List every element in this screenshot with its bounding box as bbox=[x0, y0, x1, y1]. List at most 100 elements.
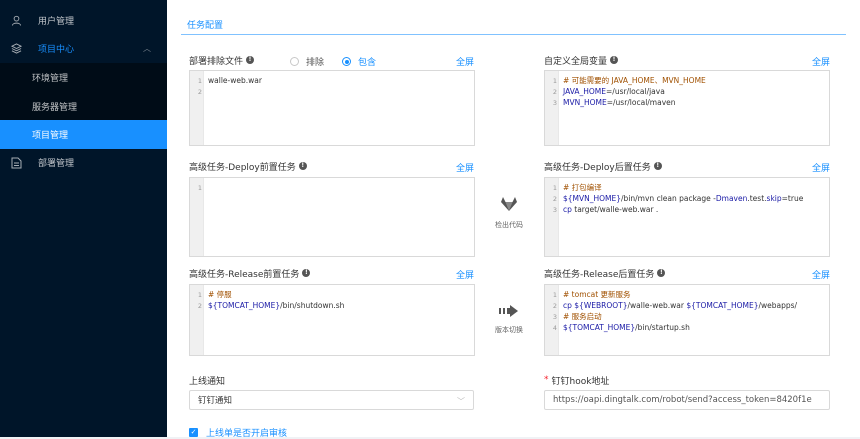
info-icon[interactable]: ! bbox=[610, 56, 619, 64]
hook-url-value: https://oapi.dingtalk.com/robot/send?acc… bbox=[553, 395, 812, 405]
line-number: 1 bbox=[552, 183, 557, 192]
line-number: 1 bbox=[197, 290, 202, 299]
post-release-editor[interactable]: 1 # tomcat 更新服务 2 cp ${WEBROOT}/walle-web.w… bbox=[544, 284, 830, 356]
info-icon[interactable]: ! bbox=[246, 56, 255, 64]
version-switch-label: 版本切换 bbox=[495, 326, 523, 334]
line-number: 4 bbox=[552, 323, 557, 332]
sidebar-item-label: 项目中心 bbox=[38, 45, 75, 55]
editor-line: 3 # 服务启动 bbox=[545, 311, 602, 322]
info-icon[interactable]: ! bbox=[657, 269, 666, 277]
sidebar-item-users[interactable]: 用户管理 bbox=[0, 6, 167, 35]
audit-label: 上线单是否开启审核 bbox=[206, 429, 288, 439]
switch-arrow-icon bbox=[499, 305, 519, 319]
code-text: # tomcat 更新服务 bbox=[563, 289, 631, 300]
main-content: 任务配置 部署排除文件 ! 排除 包含 全屏 1 walle-web.war 2 … bbox=[167, 0, 860, 439]
info-icon[interactable]: ! bbox=[653, 162, 662, 170]
audit-checkbox[interactable]: ✓ bbox=[189, 428, 198, 437]
sidebar-item-label: 用户管理 bbox=[38, 17, 75, 27]
editor-line: 1 # 打包编译 bbox=[545, 182, 602, 193]
sidebar-item-servers[interactable]: 服务器管理 bbox=[0, 92, 167, 121]
post-deploy-editor[interactable]: 1 # 打包编译 2 ${MVN_HOME}/bin/mvn clean packag… bbox=[544, 177, 830, 257]
code-token: # tomcat 更新服务 bbox=[563, 290, 631, 299]
hook-url-input[interactable]: https://oapi.dingtalk.com/robot/send?acc… bbox=[544, 390, 830, 410]
pre-deploy-label-text: 高级任务-Deploy前置任务 bbox=[189, 162, 296, 173]
code-text: # 可能需要的 JAVA_HOME、MVN_HOME bbox=[563, 75, 706, 86]
global-vars-editor[interactable]: 1 # 可能需要的 JAVA_HOME、MVN_HOME 2 JAVA_HOME=/u… bbox=[544, 70, 830, 146]
post-deploy-label-text: 高级任务-Deploy后置任务 bbox=[544, 162, 651, 173]
sidebar-item-label: 环境管理 bbox=[32, 74, 69, 84]
pre-deploy-label: 高级任务-Deploy前置任务 ! bbox=[189, 159, 307, 173]
editor-line: 3 cp target/walle-web.war . bbox=[545, 204, 658, 215]
code-token: ${WEBROOT} bbox=[574, 301, 628, 310]
radio-dot[interactable] bbox=[342, 57, 351, 66]
page-title: 任务配置 bbox=[187, 21, 224, 31]
sidebar-item-project-center[interactable]: 项目中心 ︿ bbox=[0, 34, 167, 63]
sidebar-item-environments[interactable]: 环境管理 bbox=[0, 63, 167, 92]
editor-line: 4 ${TOMCAT_HOME}/bin/startup.sh bbox=[545, 322, 690, 333]
info-icon[interactable]: ! bbox=[302, 269, 311, 277]
fullscreen-link[interactable]: 全屏 bbox=[812, 161, 830, 174]
title-divider bbox=[181, 34, 846, 35]
line-number: 2 bbox=[552, 87, 557, 96]
line-number: 1 bbox=[552, 290, 557, 299]
version-switch-action[interactable]: 版本切换 bbox=[485, 305, 533, 335]
exclude-files-editor[interactable]: 1 walle-web.war 2 bbox=[189, 70, 475, 146]
audit-checkbox-row[interactable]: ✓ 上线单是否开启审核 bbox=[189, 426, 287, 439]
radio-include[interactable]: 包含 bbox=[342, 55, 376, 68]
code-token: # 打包编译 bbox=[563, 183, 602, 192]
checkout-action[interactable]: 检出代码 bbox=[485, 196, 533, 230]
code-text: # 停服 bbox=[208, 289, 232, 300]
exclude-files-label: 部署排除文件 ! bbox=[189, 53, 255, 67]
editor-line: 3 MVN_HOME=/usr/local/maven bbox=[545, 97, 676, 108]
fullscreen-link[interactable]: 全屏 bbox=[456, 268, 474, 281]
code-text: JAVA_HOME=/usr/local/java bbox=[563, 87, 665, 96]
code-text: # 服务启动 bbox=[563, 311, 602, 322]
info-icon[interactable]: ! bbox=[298, 162, 307, 170]
line-number: 2 bbox=[552, 301, 557, 310]
code-token: cp bbox=[563, 205, 572, 214]
code-text: ${TOMCAT_HOME}/bin/shutdown.sh bbox=[208, 301, 344, 310]
editor-line: 2 cp ${WEBROOT}/walle-web.war ${TOMCAT_HO… bbox=[545, 300, 797, 311]
user-icon bbox=[10, 15, 22, 27]
chevron-down-icon: ﹀ bbox=[457, 397, 465, 406]
notify-label: 上线通知 bbox=[189, 373, 225, 387]
code-token: /walle-web.war bbox=[627, 301, 687, 310]
code-token: ${MVN_HOME} bbox=[563, 194, 622, 203]
fullscreen-link[interactable]: 全屏 bbox=[812, 268, 830, 281]
code-token: cp bbox=[563, 301, 572, 310]
pre-release-editor[interactable]: 1 # 停服 2 ${TOMCAT_HOME}/bin/shutdown.sh bbox=[189, 284, 475, 356]
appstore-icon bbox=[10, 43, 22, 55]
code-token: target/walle-web.war . bbox=[571, 205, 659, 214]
editor-line: 1 # 停服 bbox=[190, 289, 232, 300]
radio-dot[interactable] bbox=[290, 57, 299, 66]
sidebar-item-deployments[interactable]: 部署管理 bbox=[0, 148, 167, 177]
code-token: # 服务启动 bbox=[563, 312, 602, 321]
fullscreen-link[interactable]: 全屏 bbox=[456, 161, 474, 174]
editor-line: 2 bbox=[197, 87, 202, 96]
code-token: ${TOMCAT_HOME} bbox=[563, 323, 636, 332]
code-token: # 可能需要的 JAVA_HOME、MVN_HOME bbox=[563, 76, 706, 85]
line-number: 1 bbox=[552, 76, 557, 85]
radio-exclude[interactable]: 排除 bbox=[290, 55, 324, 68]
chevron-up-icon: ︿ bbox=[143, 44, 151, 53]
sidebar-item-projects[interactable]: 项目管理 bbox=[0, 120, 167, 149]
line-number: 2 bbox=[552, 194, 557, 203]
line-number: 3 bbox=[552, 98, 557, 107]
code-token: Dmaven bbox=[715, 194, 748, 203]
pre-deploy-editor[interactable]: 1 bbox=[189, 177, 475, 257]
fullscreen-link[interactable]: 全屏 bbox=[456, 55, 474, 68]
checkout-label: 检出代码 bbox=[495, 221, 523, 229]
exclude-files-label-text: 部署排除文件 bbox=[189, 56, 244, 67]
required-mark: * bbox=[544, 375, 549, 385]
editor-line: 1 # tomcat 更新服务 bbox=[545, 289, 631, 300]
code-text: MVN_HOME=/usr/local/maven bbox=[563, 98, 676, 107]
code-text: walle-web.war bbox=[208, 76, 262, 85]
gitlab-icon bbox=[500, 196, 518, 214]
notify-select-value: 钉钉通知 bbox=[198, 396, 233, 406]
code-token: ${TOMCAT_HOME} bbox=[208, 301, 281, 310]
code-token: JAVA_HOME bbox=[563, 87, 607, 96]
pre-release-label: 高级任务-Release前置任务 ! bbox=[189, 266, 311, 280]
code-token: .test. bbox=[747, 194, 767, 203]
notify-select[interactable]: 钉钉通知 ﹀ bbox=[189, 390, 474, 410]
fullscreen-link[interactable]: 全屏 bbox=[812, 55, 830, 68]
